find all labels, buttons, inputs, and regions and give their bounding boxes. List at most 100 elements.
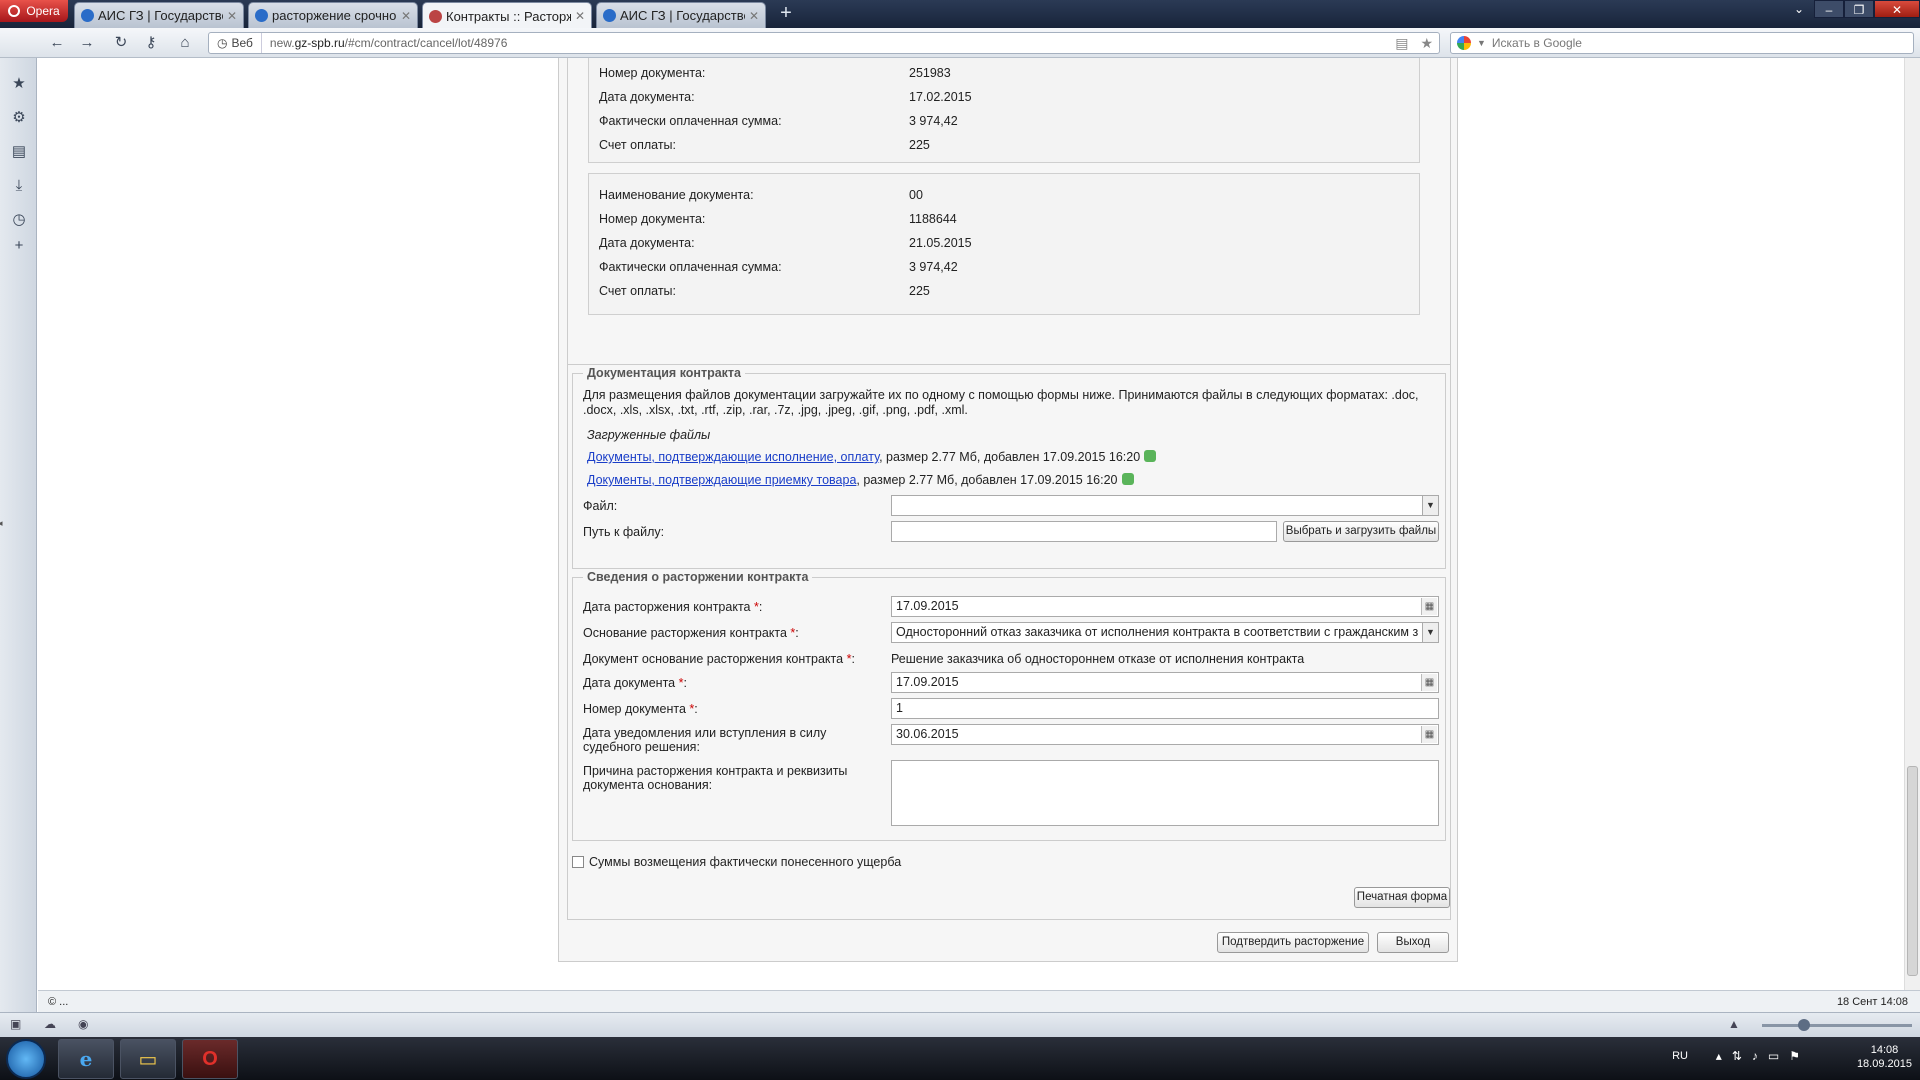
- bookmarks-star-icon[interactable]: ★: [9, 74, 29, 94]
- browser-tab-1[interactable]: АИС ГЗ | Государстве...✕: [74, 2, 244, 28]
- zoom-slider[interactable]: [1762, 1019, 1912, 1031]
- label-text: Документ основание расторжения контракта: [583, 652, 844, 666]
- close-tab-icon[interactable]: ✕: [749, 9, 759, 23]
- status-clock: 18 Сент 14:08: [1836, 996, 1908, 1008]
- notes-icon[interactable]: ▤: [9, 142, 29, 162]
- history-clock-icon[interactable]: ◷: [9, 210, 29, 230]
- chevron-down-icon[interactable]: ▼: [1477, 38, 1486, 48]
- input-value: 30.06.2015: [896, 727, 959, 741]
- downloads-icon[interactable]: ⤓: [9, 176, 29, 196]
- tray-up-icon[interactable]: ▴: [1716, 1049, 1722, 1063]
- close-tab-icon[interactable]: ✕: [401, 9, 411, 23]
- label-line: судебного решения:: [583, 740, 700, 754]
- site-favicon-icon: [255, 9, 268, 22]
- field-label: Фактически оплаченная сумма:: [599, 260, 782, 274]
- field-label: Дата документа:: [599, 90, 695, 104]
- panel-toggle-icon[interactable]: ▣: [10, 1017, 26, 1033]
- forward-arrow-icon[interactable]: →: [76, 33, 98, 53]
- document-number-label: Номер документа *:: [583, 702, 698, 716]
- collapse-arrow-icon[interactable]: ◂: [0, 518, 3, 529]
- network-icon[interactable]: ⇅: [1732, 1049, 1742, 1063]
- uploaded-file-link[interactable]: Документы, подтверждающие исполнение, оп…: [587, 450, 879, 464]
- path-label: Путь к файлу:: [583, 525, 665, 539]
- zoom-slider-knob[interactable]: [1798, 1019, 1810, 1031]
- language-indicator[interactable]: RU: [1672, 1050, 1688, 1062]
- search-box[interactable]: ▼ Искать в Google: [1450, 32, 1914, 54]
- gear-icon[interactable]: ⚙: [9, 108, 29, 128]
- new-tab-icon[interactable]: +: [776, 3, 796, 24]
- search-input[interactable]: Искать в Google: [1492, 36, 1582, 50]
- confirm-termination-button[interactable]: Подтвердить расторжение: [1217, 932, 1369, 953]
- notification-date-label: Дата уведомления или вступления в силу су…: [583, 726, 826, 754]
- close-window-icon[interactable]: ✕: [1874, 0, 1920, 18]
- calendar-icon[interactable]: ▦: [1421, 674, 1437, 691]
- volume-icon[interactable]: ♪: [1752, 1049, 1758, 1063]
- notification-date-input[interactable]: 30.06.2015 ▦: [891, 724, 1439, 745]
- tools-favicon-icon: [429, 9, 442, 23]
- internet-explorer-icon[interactable]: e: [58, 1039, 114, 1079]
- browser-bottom-bar: ▣ ☁ ◉ ▲: [0, 1012, 1920, 1037]
- file-explorer-icon[interactable]: ▭: [120, 1039, 176, 1079]
- label-line: Причина расторжения контракта и реквизит…: [583, 764, 848, 778]
- document-date-label: Дата документа *:: [583, 676, 687, 690]
- damage-compensation-label[interactable]: Суммы возмещения фактически понесенного …: [589, 855, 901, 869]
- uploaded-file-link[interactable]: Документы, подтверждающие приемку товара: [587, 473, 856, 487]
- document-number-input[interactable]: 1: [891, 698, 1439, 719]
- reload-icon[interactable]: ↻: [110, 33, 132, 53]
- browser-tab-2[interactable]: расторжение срочно!!...✕: [248, 2, 418, 28]
- chevron-down-icon[interactable]: ⌄: [1784, 0, 1814, 18]
- windows-taskbar: e ▭ O RU ▴ ⇅ ♪ ▭ ⚑ 14:08 18.09.2015: [0, 1037, 1920, 1080]
- basis-document-value: Решение заказчика об одностороннем отказ…: [891, 652, 1305, 666]
- calendar-icon[interactable]: ▦: [1421, 598, 1437, 615]
- delete-file-icon[interactable]: [1121, 473, 1134, 485]
- termination-basis-select[interactable]: Односторонний отказ заказчика от исполне…: [891, 622, 1439, 643]
- close-tab-icon[interactable]: ✕: [575, 9, 585, 23]
- add-panel-icon[interactable]: +: [9, 236, 29, 256]
- page-viewport: Номер документа: 251983 Дата документа: …: [38, 58, 1904, 990]
- flag-icon[interactable]: ⚑: [1789, 1049, 1800, 1063]
- turbo-icon[interactable]: ◉: [78, 1017, 94, 1033]
- exit-button[interactable]: Выход: [1377, 932, 1449, 953]
- field-label: Номер документа:: [599, 212, 706, 226]
- file-meta: , размер 2.77 Мб, добавлен 17.09.2015 16…: [879, 450, 1141, 464]
- file-path-input[interactable]: [891, 521, 1277, 542]
- url-text[interactable]: new.gz-spb.ru/#cm/contract/cancel/lot/48…: [262, 36, 507, 50]
- address-bar[interactable]: ◷ Веб new.gz-spb.ru/#cm/contract/cancel/l…: [208, 32, 1440, 54]
- chevron-down-icon[interactable]: ▼: [1422, 623, 1438, 642]
- bookmark-star-icon[interactable]: ★: [1414, 35, 1439, 52]
- termination-date-input[interactable]: 17.09.2015 ▦: [891, 596, 1439, 617]
- file-select[interactable]: ▼: [891, 495, 1439, 516]
- browser-tab-4[interactable]: АИС ГЗ | Государстве...✕: [596, 2, 766, 28]
- home-icon[interactable]: ⌂: [174, 33, 196, 53]
- print-form-button[interactable]: Печатная форма: [1354, 887, 1450, 908]
- unite-cloud-icon[interactable]: ☁: [44, 1017, 60, 1033]
- damage-compensation-row: Суммы возмещения фактически понесенного …: [572, 855, 901, 869]
- calendar-icon[interactable]: ▦: [1421, 726, 1437, 743]
- close-tab-icon[interactable]: ✕: [227, 9, 237, 23]
- scrollbar-thumb[interactable]: [1907, 766, 1918, 976]
- document-date-input[interactable]: 17.09.2015 ▦: [891, 672, 1439, 693]
- chevron-down-icon[interactable]: ▼: [1422, 496, 1438, 515]
- back-arrow-icon[interactable]: ←: [46, 33, 68, 53]
- upload-files-button[interactable]: Выбрать и загрузить файлы: [1283, 521, 1439, 542]
- opera-menu-button[interactable]: Opera: [0, 0, 68, 22]
- display-icon[interactable]: ▭: [1768, 1049, 1779, 1063]
- delete-file-icon[interactable]: [1144, 450, 1157, 462]
- key-icon[interactable]: ⚷: [140, 33, 162, 53]
- browser-tab-3[interactable]: Контракты :: Расторж...✕: [422, 2, 592, 29]
- page-scrollbar[interactable]: [1904, 58, 1920, 990]
- label-colon: :: [758, 600, 763, 614]
- taskbar-clock[interactable]: 14:08 18.09.2015: [1857, 1043, 1912, 1071]
- windows-start-icon[interactable]: [6, 1039, 46, 1079]
- termination-date-label: Дата расторжения контракта *:: [583, 600, 762, 614]
- web-badge[interactable]: ◷ Веб: [209, 33, 262, 53]
- label-text: Номер документа: [583, 702, 686, 716]
- rss-icon[interactable]: ▤: [1389, 35, 1414, 52]
- damage-compensation-checkbox[interactable]: [572, 856, 584, 868]
- view-up-icon[interactable]: ▲: [1728, 1017, 1744, 1033]
- minimize-icon[interactable]: –: [1814, 0, 1844, 18]
- label-colon: :: [694, 702, 698, 716]
- opera-taskbar-icon[interactable]: O: [182, 1039, 238, 1079]
- maximize-icon[interactable]: ❐: [1844, 0, 1874, 18]
- termination-reason-textarea[interactable]: [891, 760, 1439, 826]
